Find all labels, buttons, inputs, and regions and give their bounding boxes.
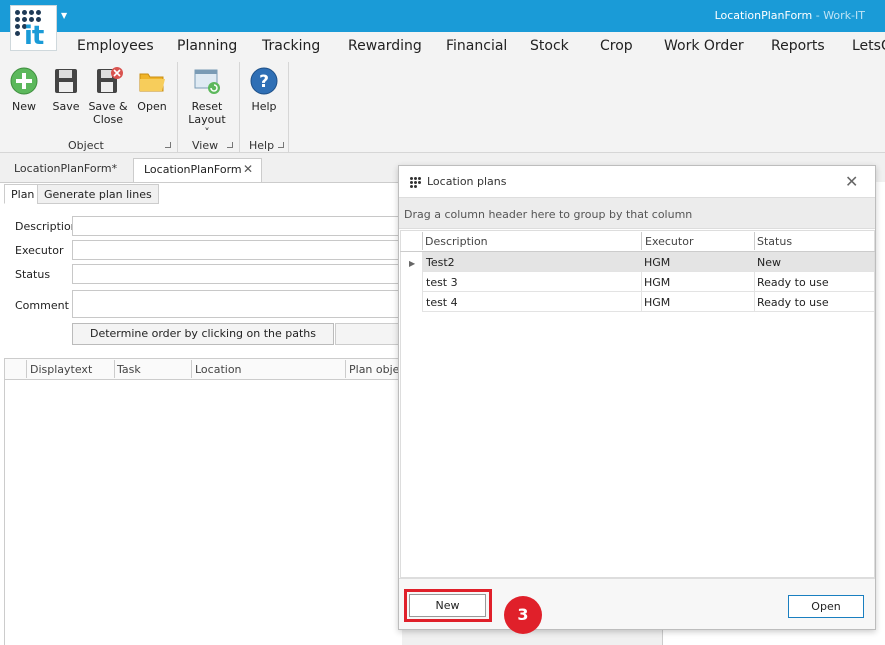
ribbon-separator [288, 62, 289, 152]
chevron-down-icon: ˅ [204, 126, 210, 139]
table-row[interactable]: test 3 HGM Ready to use [422, 272, 874, 292]
save-button-label: Save [52, 100, 80, 113]
tab-plan[interactable]: Plan [4, 184, 42, 204]
reset-layout-icon [194, 69, 220, 94]
menu-stock[interactable]: Stock [530, 38, 569, 54]
group-by-hint: Drag a column header here to group by th… [404, 208, 693, 221]
save-close-label-1: Save & [88, 100, 128, 113]
cell-description: test 3 [426, 276, 458, 289]
column-divider [114, 360, 115, 378]
column-status[interactable]: Status [757, 235, 792, 248]
cell-executor: HGM [644, 276, 671, 289]
description-field[interactable] [72, 216, 402, 236]
object-group-label: Object [68, 139, 104, 152]
column-displaytext[interactable]: Displaytext [30, 363, 92, 376]
comment-label: Comment [15, 299, 69, 312]
grid-line [754, 252, 755, 312]
table-row[interactable]: Test2 HGM New [422, 252, 874, 272]
cell-executor: HGM [644, 296, 671, 309]
cell-status: Ready to use [757, 276, 829, 289]
menu-letsg[interactable]: LetsG [852, 38, 885, 54]
table-row[interactable]: test 4 HGM Ready to use [422, 292, 874, 312]
new-button[interactable]: New [8, 66, 40, 113]
help-button[interactable]: ? Help [247, 66, 281, 113]
save-close-label-2: Close [93, 113, 123, 126]
column-task[interactable]: Task [117, 363, 141, 376]
menu-employees[interactable]: Employees [77, 38, 154, 54]
step-badge: 3 [504, 596, 542, 634]
status-select[interactable] [72, 264, 402, 284]
cell-description: Test2 [426, 256, 455, 269]
reset-layout-label-2: Layout [188, 113, 226, 126]
close-icon[interactable]: ✕ [243, 162, 253, 176]
doc-tab-2-label: LocationPlanForm [144, 163, 242, 176]
folder-icon [139, 73, 165, 92]
quick-access-dropdown-icon[interactable]: ▼ [61, 11, 67, 20]
help-icon: ? [250, 67, 278, 95]
executor-field[interactable] [72, 240, 402, 260]
cell-executor: HGM [644, 256, 671, 269]
menu-rewarding[interactable]: Rewarding [348, 38, 422, 54]
help-group-label: Help [249, 139, 275, 152]
view-group-label: View [192, 139, 219, 152]
column-divider [345, 360, 346, 378]
grid-line [422, 252, 423, 312]
comment-field[interactable] [72, 290, 402, 318]
menu-financial[interactable]: Financial [446, 38, 507, 54]
dialog-title: Location plans [427, 175, 507, 188]
add-icon [10, 67, 38, 95]
description-label: Description [15, 220, 78, 233]
ribbon-separator [239, 62, 240, 152]
row-indicator-icon: ▶ [409, 259, 416, 268]
open-button-label: Open [137, 100, 167, 113]
dialog-app-icon [410, 177, 421, 188]
status-label: Status [15, 268, 51, 281]
column-divider [422, 232, 423, 250]
grid-line [641, 252, 642, 312]
reset-layout-button[interactable]: Reset Layout ˅ [184, 66, 230, 139]
save-button[interactable]: Save [50, 66, 82, 113]
close-icon[interactable]: ✕ [845, 172, 858, 191]
column-divider [26, 360, 27, 378]
tab-generate-plan-lines[interactable]: Generate plan lines [37, 184, 159, 204]
plan-lines-grid[interactable] [4, 380, 402, 645]
ribbon-separator [177, 62, 178, 152]
menu-work-order[interactable]: Work Order [664, 38, 744, 54]
reset-layout-label-1: Reset [191, 100, 223, 113]
help-button-label: Help [251, 100, 277, 113]
menu-crop[interactable]: Crop [600, 38, 633, 54]
new-button-label: New [12, 100, 36, 113]
secondary-button[interactable] [335, 323, 405, 345]
column-executor[interactable]: Executor [645, 235, 693, 248]
object-group-launcher-icon[interactable] [165, 142, 171, 148]
cell-status: New [757, 256, 781, 269]
open-button[interactable]: Open [136, 66, 168, 113]
save-close-button[interactable]: Save & Close [88, 66, 128, 126]
cell-status: Ready to use [757, 296, 829, 309]
column-divider [641, 232, 642, 250]
window-title: LocationPlanForm - Work-IT [714, 9, 865, 22]
menu-reports[interactable]: Reports [771, 38, 825, 54]
cell-description: test 4 [426, 296, 458, 309]
column-plan-object[interactable]: Plan objec [349, 363, 405, 376]
menu-planning[interactable]: Planning [177, 38, 237, 54]
svg-text:?: ? [259, 72, 269, 92]
ribbon [0, 60, 885, 153]
dialog-open-button[interactable]: Open [788, 595, 864, 618]
doc-tab-2[interactable]: LocationPlanForm ✕ [133, 158, 262, 182]
highlight-box [404, 589, 492, 622]
column-divider [191, 360, 192, 378]
app-logo[interactable]: it [10, 5, 57, 51]
column-description[interactable]: Description [425, 235, 488, 248]
help-group-launcher-icon[interactable] [278, 142, 284, 148]
column-location[interactable]: Location [195, 363, 242, 376]
save-icon [55, 69, 77, 93]
doc-tab-1[interactable]: LocationPlanForm* [4, 158, 131, 182]
executor-label: Executor [15, 244, 64, 257]
save-close-icon [97, 67, 123, 93]
determine-order-button[interactable]: Determine order by clicking on the paths [72, 323, 334, 345]
view-group-launcher-icon[interactable] [227, 142, 233, 148]
menu-tracking[interactable]: Tracking [262, 38, 320, 54]
column-divider [754, 232, 755, 250]
